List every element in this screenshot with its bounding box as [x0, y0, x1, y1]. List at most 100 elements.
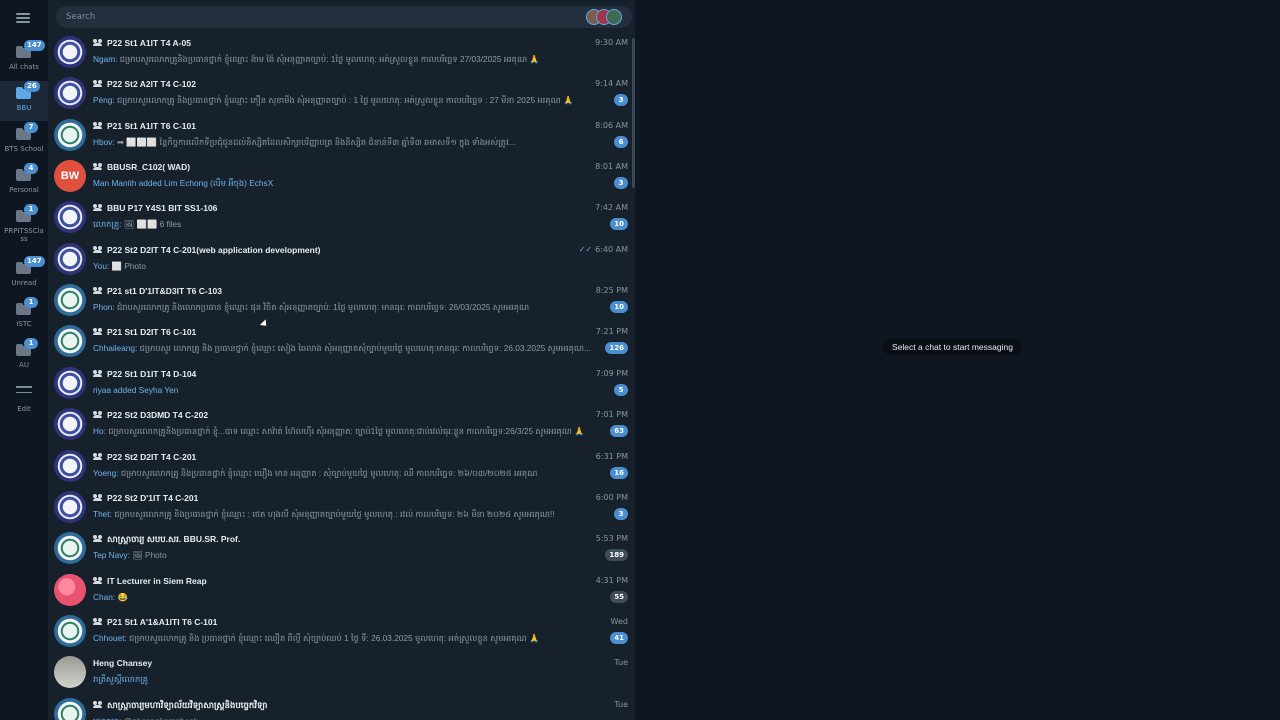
chat-title: IT Lecturer in Siem Reap: [93, 576, 207, 586]
chat-row[interactable]: BW BBUSR_C102( WAD) 8:01 AM Man Manith adde…: [48, 156, 632, 197]
unread-badge: 6: [614, 135, 628, 148]
chat-preview: Yoeng: ជម្រាបសួរលោកគ្រូ និងប្រធានថ្នាក់ …: [93, 468, 613, 481]
preview-text: រាត្រីសួស្តីលោកគ្រូ: [93, 674, 148, 685]
preview-text: ជម្រាបសួរលោកគ្រូ និងប្រធានថ្នាក់ ខ្ញុំឈ្…: [111, 508, 555, 519]
chat-avatar: BW: [54, 160, 86, 193]
edit-folders-button[interactable]: Edit: [0, 382, 48, 422]
stories-avatars[interactable]: [586, 9, 626, 25]
hamburger-menu-icon[interactable]: [16, 13, 30, 23]
chat-title: P21 St1 D2IT T6 C-101: [93, 327, 196, 337]
chat-row[interactable]: P21 St1 A'1&A1ITI T6 C-101 Wed Chhouet: ជម…: [48, 611, 632, 652]
chat-time: Tue: [614, 700, 628, 709]
group-icon: [93, 163, 103, 171]
chat-title-text: P21 st1 D'1IT&D3IT T6 C-103: [107, 286, 222, 297]
chat-row[interactable]: P21 St1 D2IT T6 C-101 7:21 PM Chhaileang: …: [48, 321, 632, 362]
chat-time-text: 6:00 PM: [595, 492, 628, 502]
folder-bbu[interactable]: 26 BBU: [0, 81, 48, 121]
chat-row[interactable]: P21 St1 A1IT T6 C-101 8:06 AM Hbov: ➡ ⬜⬜⬜ …: [48, 115, 632, 156]
chat-row[interactable]: P22 St2 D3DMD T4 C-202 7:01 PM Ho: ជម្រាបស…: [48, 404, 632, 445]
chat-row[interactable]: P22 St2 A2IT T4 C-102 9:14 AM Péng: ជម្រាប…: [48, 73, 632, 114]
preview-text: ជម្រាបសួរលោកគ្រូ និង ប្រធានថ្នាក់ ខ្ញុំឈ…: [126, 632, 540, 643]
chat-row[interactable]: P22 St2 D2IT T4 C-201(web application de…: [48, 239, 632, 280]
chat-preview: Tep Navy: 🖼 Photo: [93, 550, 613, 561]
folder-istc[interactable]: 1 ISTC: [0, 297, 48, 337]
folder-au[interactable]: 1 AU: [0, 338, 48, 378]
search-input[interactable]: [66, 6, 566, 28]
edit-label: Edit: [17, 405, 31, 413]
chat-avatar: [54, 366, 86, 399]
chat-time: Wed: [611, 617, 628, 626]
group-icon: [93, 411, 103, 419]
folder-badge: 4: [24, 163, 38, 174]
preview-text: riyaa added Seyha Yen: [93, 384, 179, 395]
chat-avatar: [54, 408, 86, 441]
chat-row[interactable]: Heng Chansey Tue រាត្រីសួស្តីលោកគ្រូ: [48, 652, 632, 693]
chat-title-text: BBU P17 Y4S1 BIT SS1-106: [107, 203, 218, 214]
group-icon: [93, 328, 103, 336]
chat-avatar: [54, 449, 86, 482]
chat-avatar: [54, 532, 86, 565]
unread-badge: 10: [610, 218, 628, 231]
chat-avatar: [54, 201, 86, 234]
folder-label: Unread: [11, 279, 37, 287]
unread-badge: 41: [610, 631, 628, 644]
chat-title-text: P21 St1 A'1&A1ITI T6 C-101: [107, 616, 218, 627]
chat-preview: Thet: ជម្រាបសួរលោកគ្រូ និងប្រធានថ្នាក់ ខ…: [93, 509, 613, 522]
chat-list-panel: P22 St1 A1IT T4 A-05 9:30 AM Ngam: ជម្រាបស…: [48, 0, 635, 720]
group-icon: [93, 452, 103, 460]
chat-title-text: P22 St2 D3DMD T4 C-202: [107, 410, 209, 421]
chat-title-text: P22 St2 A2IT T4 C-102: [107, 79, 196, 90]
read-check-icon: ✓✓: [578, 244, 593, 254]
group-icon: [93, 204, 103, 212]
chat-row[interactable]: P22 St1 A1IT T4 A-05 9:30 AM Ngam: ជម្រាបស…: [48, 32, 632, 73]
chat-avatar: [54, 656, 86, 689]
chat-row[interactable]: P21 st1 D'1IT&D3IT T6 C-103 8:25 PM Phon: …: [48, 280, 632, 321]
folder-prpitssclass[interactable]: 1 PRPITSSCla ss: [0, 204, 48, 252]
preview-text: ជំរាបសួរលោកគ្រូ និងលោកប្រធាន ខ្ញុំឈ្មោះ …: [114, 302, 530, 313]
preview-sender: Thet:: [93, 508, 112, 519]
chat-row[interactable]: សាស្ត្រាចារ្យមហាវិទ្យាល័យវិទ្យាសាស្ត្រនិ…: [48, 694, 632, 720]
chat-time-text: Wed: [610, 616, 628, 626]
unread-badge: 3: [614, 94, 628, 107]
chat-preview: Chhaileang: ជម្រាបសួរ លោកគ្រូ និង ប្រធាន…: [93, 343, 613, 356]
chat-row[interactable]: P22 St1 D1IT T4 D-104 7:09 PM riyaa added …: [48, 363, 632, 404]
folder-personal[interactable]: 4 Personal: [0, 163, 48, 203]
chat-row[interactable]: P22 St2 D2IT T4 C-201 6:31 PM Yoeng: ជម្រា…: [48, 446, 632, 487]
preview-sender: Péng:: [93, 95, 115, 106]
preview-text: ➡ ⬜⬜⬜ នៃ្តកិច្ចការលើកទីប្រជុំជូនដល់និស្ស…: [114, 136, 516, 147]
chat-title-text: P22 St1 D1IT T4 D-104: [107, 368, 197, 379]
group-icon: [93, 287, 103, 295]
chat-row[interactable]: សាស្ត្រាចារ្យ សបប.សរ. BBU.SR. Prof. 5:53 …: [48, 528, 632, 569]
chat-title-text: IT Lecturer in Siem Reap: [107, 575, 207, 586]
chat-time-text: 8:06 AM: [595, 120, 628, 130]
chat-time: 7:42 AM: [595, 203, 628, 212]
chat-time: 9:14 AM: [595, 79, 628, 88]
chat-avatar: [54, 118, 86, 151]
chat-title: P22 St1 A1IT T4 A-05: [93, 38, 191, 48]
folder-bts-school[interactable]: 7 BTS School: [0, 122, 48, 162]
chat-title: P22 St2 D2IT T4 C-201(web application de…: [93, 245, 321, 255]
chat-preview: Phon: ជំរាបសួរលោកគ្រូ និងលោកប្រធាន ខ្ញុំ…: [93, 302, 613, 315]
chat-title-text: សាស្ត្រាចារ្យមហាវិទ្យាល័យវិទ្យាសាស្ត្រនិ…: [107, 699, 268, 710]
chat-row[interactable]: P22 St2 D'1IT T4 C-201 6:00 PM Thet: ជម្រា…: [48, 487, 632, 528]
folder-all-chats[interactable]: 147 All chats: [0, 40, 48, 80]
preview-sender: Chhouet:: [93, 632, 127, 643]
folder-badge: 26: [24, 81, 40, 92]
preview-sender: Chan:: [93, 591, 116, 602]
chat-row[interactable]: BBU P17 Y4S1 BIT SS1-106 7:42 AM លោកគ្រូ: …: [48, 197, 632, 238]
chat-time-text: 6:40 AM: [595, 244, 628, 254]
preview-sender: លោកគ្រូ:: [93, 219, 122, 230]
preview-text: ជម្រាបសួរលោកគ្រូនិងប្រធានថ្នាក់ ខ្ញុំ...…: [105, 426, 585, 437]
group-icon: [93, 493, 103, 501]
chat-title-text: Heng Chansey: [93, 658, 153, 669]
chat-title-text: P22 St2 D'1IT T4 C-201: [107, 492, 199, 503]
preview-text: ជម្រាបសួរលោកគ្រូនិងប្រធានថ្នាក់ ខ្ញុំឈ្ម…: [117, 54, 540, 64]
chat-avatar: [54, 36, 86, 68]
group-icon: [93, 80, 103, 88]
preview-sender: Chhaileang:: [93, 343, 138, 354]
folder-unread[interactable]: 147 Unread: [0, 256, 48, 296]
chat-time-text: 7:21 PM: [595, 327, 628, 337]
preview-sender: Yoeng:: [93, 467, 119, 478]
chat-row[interactable]: IT Lecturer in Siem Reap 4:31 PM Chan: 😂 55: [48, 570, 632, 611]
chat-title: BBUSR_C102( WAD): [93, 162, 190, 172]
